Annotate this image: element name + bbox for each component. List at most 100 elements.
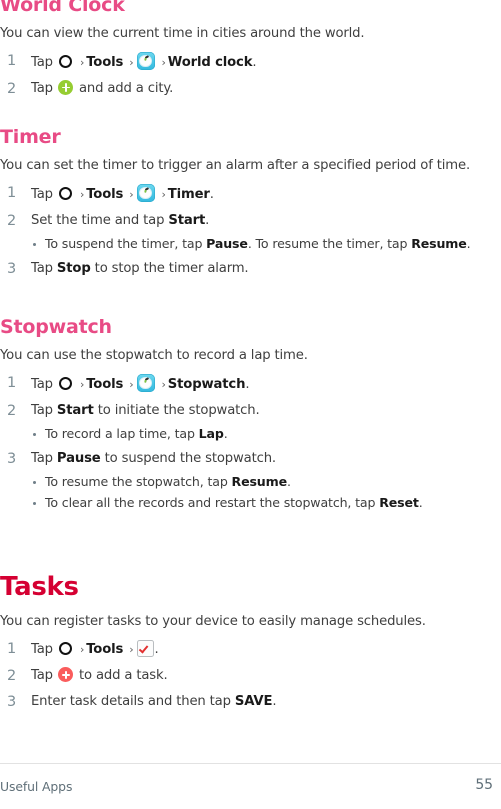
tap-label: Tap	[31, 80, 53, 96]
step-tail: to stop the timer alarm.	[90, 261, 249, 277]
action-label[interactable]: SAVE	[235, 694, 273, 709]
sub-bullets: To record a lap time, tap Lap.	[31, 425, 493, 444]
step-item: 3 Enter task details and then tap SAVE.	[0, 693, 493, 712]
sub-lead: To resume the stopwatch, tap	[45, 473, 232, 489]
sub-bullet-item: To resume the stopwatch, tap Resume.	[31, 473, 493, 492]
chevron-icon: ›	[79, 188, 85, 202]
step-number: 1	[7, 375, 17, 392]
step-text: Tap › Tools ›.	[31, 640, 159, 658]
target-label[interactable]: Stopwatch	[168, 377, 246, 392]
period: .	[223, 425, 228, 441]
period: .	[286, 473, 291, 489]
step-tail: to initiate the stopwatch.	[93, 402, 260, 418]
chevron-icon: ›	[79, 56, 85, 70]
home-circle-icon[interactable]	[58, 55, 72, 69]
step-item: 1 Tap › Tools › › Stopwatch.	[0, 374, 493, 395]
section-tasks: Tasks You can register tasks to your dev…	[0, 572, 493, 712]
target-label[interactable]: World clock	[168, 55, 253, 70]
clock-app-icon[interactable]	[136, 52, 155, 71]
tasks-checkbox-icon[interactable]	[136, 640, 154, 658]
section-intro-tasks: You can register tasks to your device to…	[0, 614, 426, 630]
chevron-icon: ›	[129, 378, 134, 392]
section-intro-world-clock: You can view the current time in cities …	[0, 25, 365, 41]
home-circle-icon[interactable]	[58, 642, 72, 656]
sub-lead: To record a lap time, tap	[45, 425, 199, 441]
tap-label: Tap	[31, 377, 53, 393]
step-text: Tap Pause to suspend the stopwatch.	[31, 451, 276, 466]
step-lead: Set the time and tap	[31, 212, 169, 228]
tools-label[interactable]: Tools	[86, 377, 123, 392]
tap-label: Tap	[31, 668, 53, 684]
steps-world-clock: 1 Tap › Tools › › World clock. 2 Tap and a…	[0, 52, 493, 98]
step-lead: Tap	[31, 261, 57, 277]
step-text: Tap to add a task.	[31, 667, 168, 684]
step-text: Tap › Tools › › Timer.	[31, 184, 214, 203]
step-text: Enter task details and then tap SAVE.	[31, 693, 277, 709]
sub-bullet-item: To clear all the records and restart the…	[31, 494, 493, 513]
chevron-icon: ›	[161, 378, 166, 392]
chevron-icon: ›	[129, 188, 134, 202]
step-number: 3	[7, 451, 17, 468]
section-world-clock: World Clock You can view the current tim…	[0, 0, 493, 99]
page-footer: Useful Apps 55	[0, 763, 501, 809]
step-item: 3 Tap Pause to suspend the stopwatch. To…	[0, 450, 493, 512]
footer-page-number: 55	[475, 777, 493, 793]
tap-label: Tap	[31, 642, 53, 658]
home-circle-icon[interactable]	[58, 377, 72, 391]
section-heading-tasks: Tasks	[0, 572, 79, 602]
chevron-icon: ›	[79, 643, 85, 657]
action-label[interactable]: Start	[57, 403, 94, 418]
sub-mid: . To resume the timer, tap	[247, 235, 412, 251]
action-label[interactable]: Pause	[206, 236, 248, 251]
section-heading-world-clock: World Clock	[0, 0, 125, 16]
tap-label: Tap	[31, 55, 53, 71]
step-number: 2	[7, 80, 17, 97]
add-plus-red-icon[interactable]	[58, 667, 74, 683]
step-item: 1 Tap › Tools › › Timer.	[0, 184, 493, 205]
section-timer: Timer You can set the timer to trigger a…	[0, 126, 493, 279]
step-text: Set the time and tap Start.	[31, 213, 209, 228]
chevron-icon: ›	[161, 188, 166, 202]
clock-app-icon[interactable]	[136, 374, 155, 393]
step-number: 1	[7, 53, 17, 70]
sub-bullet-item: To suspend the timer, tap Pause. To resu…	[31, 235, 493, 254]
chevron-icon: ›	[129, 56, 134, 70]
steps-stopwatch: 1 Tap › Tools › › Stopwatch. 2 Tap Start t…	[0, 374, 493, 512]
step-text: Tap Stop to stop the timer alarm.	[31, 261, 249, 277]
chevron-icon: ›	[129, 643, 134, 657]
action-label[interactable]: Pause	[57, 451, 101, 466]
step-lead: Tap	[31, 402, 57, 418]
action-label[interactable]: Resume	[232, 474, 288, 489]
action-label[interactable]: Start	[168, 213, 205, 228]
action-label[interactable]: Reset	[379, 495, 419, 510]
chevron-icon: ›	[79, 378, 85, 392]
step-lead: Enter task details and then tap	[31, 693, 235, 709]
tools-label[interactable]: Tools	[86, 642, 123, 657]
tap-label: Tap	[31, 187, 53, 203]
add-plus-green-icon[interactable]	[58, 79, 74, 95]
sub-bullets: To resume the stopwatch, tap Resume. To …	[31, 473, 493, 512]
footer-divider	[0, 763, 501, 764]
period: .	[245, 377, 250, 393]
step-tail: to suspend the stopwatch.	[100, 451, 277, 467]
action-label[interactable]: Lap	[199, 426, 224, 441]
sub-lead: To suspend the timer, tap	[45, 235, 207, 251]
sub-lead: To clear all the records and restart the…	[45, 494, 380, 510]
step-tail: to add a task.	[78, 668, 168, 684]
period: .	[252, 55, 257, 71]
period: .	[205, 212, 210, 228]
action-label[interactable]: Resume	[411, 236, 467, 251]
tools-label[interactable]: Tools	[86, 55, 123, 70]
tools-label[interactable]: Tools	[86, 187, 123, 202]
section-heading-timer: Timer	[0, 126, 61, 148]
step-tail: and add a city.	[78, 80, 174, 96]
step-item: 2 Tap to add a task.	[0, 667, 493, 686]
steps-timer: 1 Tap › Tools › › Timer. 2 Set the time an…	[0, 184, 493, 279]
action-label[interactable]: Stop	[57, 261, 91, 276]
home-circle-icon[interactable]	[58, 187, 72, 201]
target-label[interactable]: Timer	[168, 187, 210, 202]
clock-app-icon[interactable]	[136, 184, 155, 203]
period: .	[154, 642, 159, 658]
step-item: 3 Tap Stop to stop the timer alarm.	[0, 260, 493, 279]
step-item: 2 Tap and add a city.	[0, 79, 493, 99]
